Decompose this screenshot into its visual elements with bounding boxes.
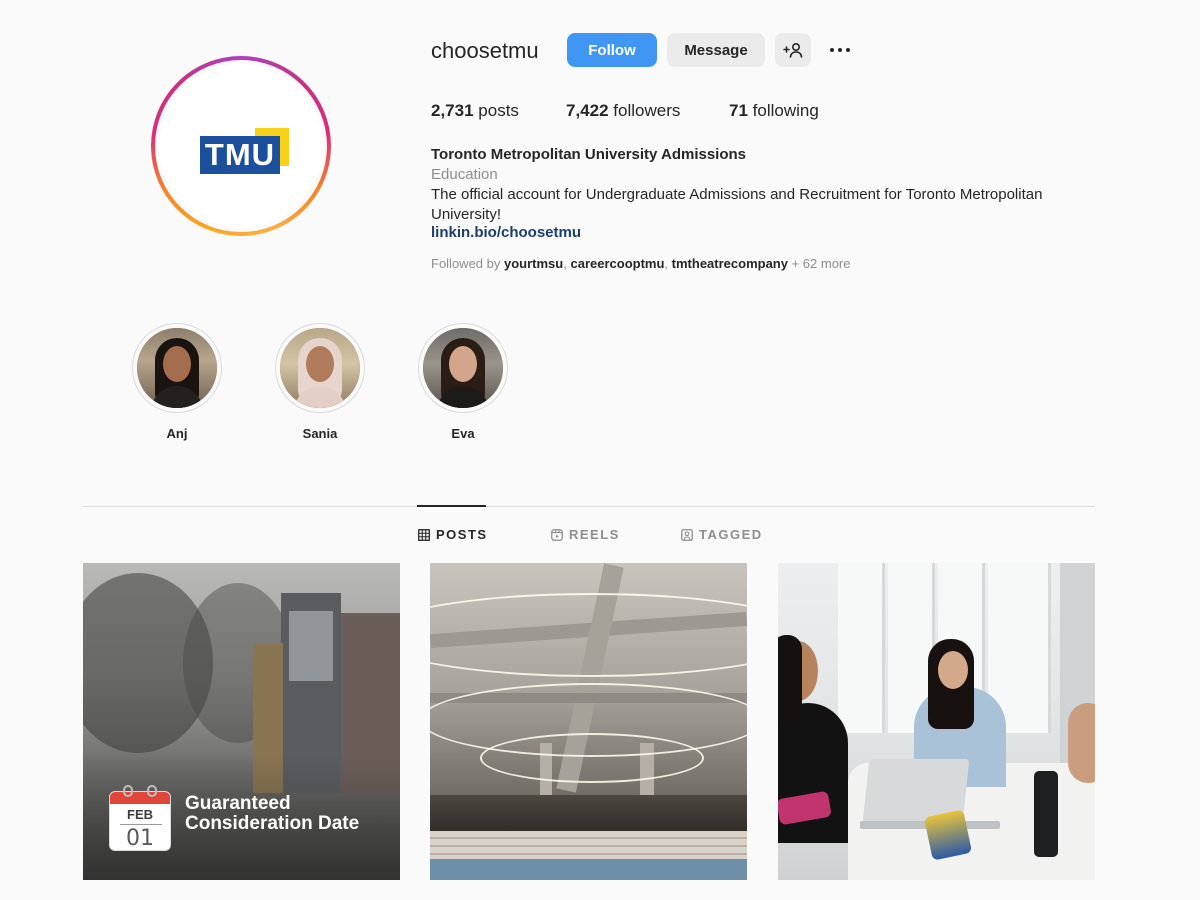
- post-image-detail: [778, 635, 802, 725]
- tab-tagged-label: TAGGED: [699, 527, 763, 542]
- story-highlight-anj[interactable]: Anj: [132, 323, 222, 441]
- profile-bio-link[interactable]: linkin.bio/choosetmu: [431, 224, 581, 241]
- following-stat[interactable]: 71 following: [729, 101, 819, 121]
- post-image-detail: [838, 563, 885, 733]
- tab-reels-label: REELS: [569, 527, 620, 542]
- followed-by-user[interactable]: careercooptmu: [570, 256, 664, 271]
- calendar-ring: [123, 785, 133, 797]
- add-person-icon: [783, 42, 803, 58]
- calendar-ring: [147, 785, 157, 797]
- followers-count: 7,422: [566, 101, 609, 120]
- tab-tagged[interactable]: TAGGED: [681, 527, 763, 542]
- calendar-divider: [120, 824, 162, 825]
- highlight-cover-image: [423, 328, 503, 408]
- calendar-month: FEB: [127, 807, 153, 822]
- avatar-image: TMU: [159, 64, 323, 228]
- highlight-label: Anj: [166, 426, 188, 441]
- active-tab-indicator: [417, 505, 486, 507]
- following-count: 71: [729, 101, 748, 120]
- highlight-cover-image: [280, 328, 360, 408]
- followed-by-more: + 62 more: [791, 256, 851, 271]
- highlight-label: Sania: [302, 426, 338, 441]
- followers-stat[interactable]: 7,422 followers: [566, 101, 680, 121]
- post-image-detail: [430, 593, 747, 677]
- profile-full-name: Toronto Metropolitan University Admissio…: [431, 146, 747, 163]
- followers-label: followers: [613, 101, 681, 120]
- highlight-ring: [132, 323, 222, 413]
- followed-by-user[interactable]: yourtmsu: [504, 256, 563, 271]
- calendar-header: [110, 792, 170, 804]
- highlight-cover-image: [137, 328, 217, 408]
- followed-by-prefix: Followed by: [431, 256, 501, 271]
- tabs-divider: [83, 506, 1095, 507]
- story-highlight-eva[interactable]: Eva: [418, 323, 508, 441]
- post-overlay-title: Guaranteed Consideration Date: [185, 793, 360, 834]
- posts-count-stat: 2,731 posts: [431, 101, 519, 121]
- post-image-detail: [938, 651, 968, 689]
- highlight-ring: [418, 323, 508, 413]
- highlight-label: Eva: [451, 426, 475, 441]
- calendar-day: 01: [126, 826, 154, 851]
- calendar-body: FEB 01: [109, 791, 171, 851]
- calendar-icon: FEB 01: [109, 785, 171, 851]
- followed-by-separator: ,: [664, 256, 669, 271]
- post-image-detail: [430, 859, 747, 880]
- message-button[interactable]: Message: [667, 33, 765, 67]
- post-image-detail: [1068, 703, 1095, 783]
- grid-icon: [418, 528, 430, 541]
- highlight-ring: [275, 323, 365, 413]
- suggest-accounts-button[interactable]: [775, 33, 811, 67]
- follow-button[interactable]: Follow: [567, 33, 657, 67]
- more-options-icon[interactable]: [830, 40, 856, 60]
- tab-reels[interactable]: REELS: [551, 527, 620, 542]
- story-highlight-sania[interactable]: Sania: [275, 323, 365, 441]
- avatar-border: TMU: [155, 60, 327, 232]
- tmu-logo-text: TMU: [200, 136, 280, 174]
- followed-by-line[interactable]: Followed by yourtmsu, careercooptmu, tmt…: [431, 256, 851, 271]
- profile-category: Education: [431, 166, 498, 183]
- post-tile[interactable]: [430, 563, 747, 880]
- post-image-detail: [430, 795, 747, 835]
- followed-by-user[interactable]: tmtheatrecompany: [672, 256, 788, 271]
- profile-username: choosetmu: [431, 38, 539, 63]
- post-tile[interactable]: [778, 563, 1095, 880]
- post-image-detail: [289, 611, 333, 681]
- posts-label: posts: [478, 101, 519, 120]
- post-image-detail: [480, 733, 704, 783]
- posts-count: 2,731: [431, 101, 474, 120]
- tab-posts[interactable]: POSTS: [418, 527, 488, 542]
- post-image-detail: [1034, 771, 1058, 857]
- following-label: following: [752, 101, 819, 120]
- profile-avatar[interactable]: TMU: [151, 56, 331, 236]
- profile-bio: The official account for Undergraduate A…: [431, 186, 1043, 223]
- post-image-detail: [430, 831, 747, 861]
- followed-by-separator: ,: [563, 256, 567, 271]
- reels-icon: [551, 528, 563, 541]
- tagged-icon: [681, 528, 693, 541]
- post-tile[interactable]: FEB 01 Guaranteed Consideration Date: [83, 563, 400, 880]
- tab-posts-label: POSTS: [436, 527, 488, 542]
- tmu-logo: TMU: [200, 128, 292, 178]
